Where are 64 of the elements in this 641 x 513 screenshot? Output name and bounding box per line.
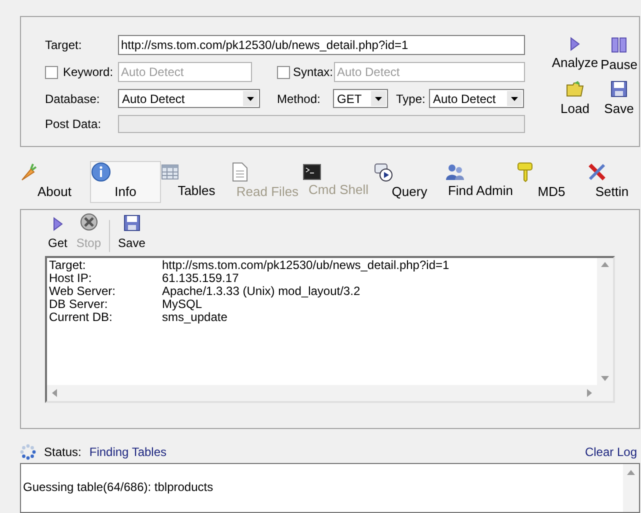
field-label: Type: xyxy=(396,90,426,108)
info-key: Host IP: xyxy=(49,272,162,285)
clear-log-link[interactable]: Clear Log xyxy=(584,443,637,461)
field-label: Database: xyxy=(45,90,101,108)
tab[interactable]: About xyxy=(19,161,90,203)
type-dropdown[interactable]: Auto Detect xyxy=(429,89,524,108)
info-value: sms_update xyxy=(162,311,228,324)
info-key: Current DB: xyxy=(49,311,162,324)
tab[interactable]: Settin xyxy=(587,161,637,203)
toolbar-button[interactable]: Save xyxy=(115,215,148,252)
field-label: Keyword: xyxy=(63,64,114,81)
tab[interactable]: Query xyxy=(374,161,445,203)
info-value: http://sms.tom.com/pk12530/ub/news_detail.php?id=1 xyxy=(162,259,450,272)
caret-icon xyxy=(507,91,522,106)
tab[interactable]: Tables xyxy=(161,161,232,203)
stop-icon xyxy=(80,213,98,231)
pause-icon xyxy=(611,37,627,53)
field-label: Syntax: xyxy=(293,64,334,81)
users-icon xyxy=(445,163,465,182)
toolbar-button[interactable]: Save xyxy=(599,80,639,118)
status-value: Finding Tables xyxy=(89,444,167,461)
field-label: Method: xyxy=(277,90,322,108)
folder-icon xyxy=(566,80,584,96)
scroll-up-arrow-icon[interactable] xyxy=(601,262,609,267)
method-dropdown[interactable]: GET xyxy=(333,89,388,108)
checkbox[interactable] xyxy=(45,66,58,78)
carrot-icon xyxy=(19,162,37,182)
caret-icon xyxy=(371,91,386,106)
syntax-field[interactable]: Auto Detect xyxy=(334,62,525,82)
query-icon xyxy=(374,162,394,182)
caret-icon xyxy=(243,91,258,106)
info-key: Target: xyxy=(49,259,162,272)
toolbar-button[interactable]: Load xyxy=(555,80,595,118)
key-icon xyxy=(516,162,534,182)
tools-icon xyxy=(587,162,607,182)
tab[interactable]: Find Admin xyxy=(445,161,516,203)
table-icon xyxy=(161,163,179,182)
toolbar-button[interactable]: Pause xyxy=(599,37,639,74)
play-icon xyxy=(570,37,580,51)
info-value: Apache/1.3.33 (Unix) mod_layout/3.2 xyxy=(162,285,360,298)
tab[interactable]: Info xyxy=(90,161,161,203)
scroll-up-arrow-icon[interactable] xyxy=(627,470,635,475)
toolbar-button[interactable]: Get xyxy=(45,217,70,252)
tab[interactable]: MD5 xyxy=(516,161,587,203)
spinner-icon xyxy=(20,444,36,460)
play-icon xyxy=(52,217,63,231)
info-key: DB Server: xyxy=(49,298,162,311)
scroll-right-arrow-icon[interactable] xyxy=(587,389,592,397)
info-value: MySQL xyxy=(162,298,202,311)
keyword-field[interactable]: Auto Detect xyxy=(118,62,252,82)
file-icon xyxy=(232,162,248,182)
info-value: 61.135.159.17 xyxy=(162,272,239,285)
checkbox[interactable] xyxy=(277,66,290,78)
log-line: Guessing table(64/686): tblproducts xyxy=(23,479,214,496)
database-dropdown[interactable]: Auto Detect xyxy=(118,89,260,108)
terminal-icon xyxy=(303,164,321,180)
url-field[interactable]: http://sms.tom.com/pk12530/ub/news_detail.php?id=1 xyxy=(118,35,525,55)
field-label: Target: xyxy=(45,37,83,54)
scroll-down-arrow-icon[interactable] xyxy=(601,376,609,381)
info-key: Web Server: xyxy=(49,285,162,298)
info-icon xyxy=(91,162,111,182)
scroll-left-arrow-icon[interactable] xyxy=(52,389,57,397)
status-label: Status: xyxy=(44,444,82,461)
field-label: Post Data: xyxy=(45,116,102,133)
